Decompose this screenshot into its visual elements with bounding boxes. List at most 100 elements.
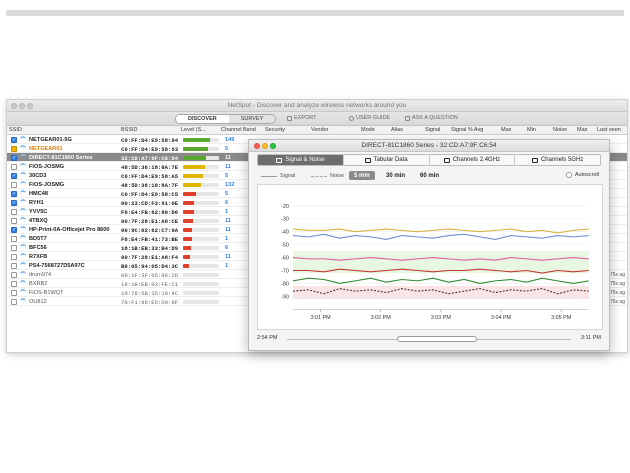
col-channel[interactable]: Channel [221, 127, 242, 133]
signal-line-swatch [261, 175, 277, 177]
row-checkbox[interactable] [11, 181, 17, 188]
ssid-cell: FiOS-JOSMG [29, 163, 65, 170]
tab-channels-5[interactable]: Channels 5GHz [515, 155, 600, 165]
bssid-cell: C0:FF:D4:E9:58:94 [121, 136, 179, 144]
row-checkbox[interactable] [11, 145, 17, 152]
row-checkbox[interactable] [11, 235, 17, 242]
y-tick-label: -50 [281, 243, 289, 249]
bssid-cell: C0:FF:D4:E9:58:93 [121, 145, 179, 153]
y-tick-label: -30 [281, 217, 289, 223]
row-checkbox[interactable]: ✓ [11, 226, 17, 233]
wifi-icon [20, 226, 26, 232]
wifi-icon [20, 262, 26, 268]
wifi-icon [20, 172, 26, 178]
row-checkbox[interactable] [11, 253, 17, 260]
col-noise[interactable]: Noise [553, 127, 567, 133]
tab-channels-24[interactable]: Channels 2.4GHz [430, 155, 516, 165]
col-level[interactable]: Level (S... [181, 127, 206, 133]
col-signal-avg[interactable]: Signal % Avg [451, 127, 483, 133]
ssid-cell: HP-Print-0A-Officejet Pro 8600 [29, 226, 110, 233]
level-bar [183, 272, 219, 277]
autoscroll-label: Autoscroll [574, 172, 599, 178]
user-guide-button[interactable]: USER GUIDE [349, 115, 390, 121]
level-bar [183, 173, 219, 178]
channel-cell: 6 [225, 244, 229, 251]
wifi-icon [20, 199, 26, 205]
row-checkbox[interactable]: ✓ [11, 154, 17, 161]
table-header: SSID BSSID Level (S... Channel Band Secu… [7, 126, 627, 135]
mode-switch: DISCOVER SURVEY [175, 114, 277, 124]
row-checkbox[interactable] [11, 271, 17, 278]
table-icon [364, 157, 371, 163]
bssid-cell: 32:CD:A7:9F:C6:54 [121, 154, 179, 162]
bssid-cell: F8:E4:FB:62:80:D6 [121, 208, 179, 216]
col-vendor[interactable]: Vendor [311, 127, 328, 133]
level-bar [183, 191, 219, 196]
col-mode[interactable]: Mode [361, 127, 375, 133]
row-checkbox[interactable] [11, 280, 17, 287]
tab-signal-noise-label: Signal & Noise [285, 157, 325, 163]
series-line-0 [292, 228, 589, 234]
tab-tabular-data[interactable]: Tabular Data [344, 155, 430, 165]
y-tick-label: -80 [281, 281, 289, 287]
row-checkbox[interactable] [11, 208, 17, 215]
scroll-start-label: 2:54 PM [257, 335, 278, 341]
col-ssid[interactable]: SSID [9, 127, 22, 133]
row-checkbox[interactable] [11, 298, 17, 305]
level-bar [183, 281, 219, 286]
discover-button[interactable]: DISCOVER [176, 115, 229, 123]
row-checkbox[interactable]: ✓ [11, 136, 17, 143]
ssid-cell: NETGEAR01-5G [29, 136, 72, 143]
range-30-min[interactable]: 30 min [381, 171, 410, 180]
channel-cell: 11 [225, 217, 231, 224]
scroll-thumb[interactable] [397, 336, 477, 342]
col-min[interactable]: Min [527, 127, 536, 133]
ssid-cell: BFC56 [29, 244, 47, 251]
legend-noise-label: Noise [330, 173, 345, 179]
col-bssid[interactable]: BSSID [121, 127, 138, 133]
bssid-cell: 48:5D:36:18:8A:7E [121, 163, 179, 171]
wifi-icon [20, 163, 26, 169]
tab-signal-noise[interactable]: Signal & Noise [258, 155, 344, 165]
bssid-cell: 48:5D:36:18:8A:7F [121, 181, 179, 189]
col-noise-max[interactable]: Max [577, 127, 587, 133]
col-signal[interactable]: Signal [425, 127, 440, 133]
row-checkbox[interactable]: ✓ [11, 172, 17, 179]
background-header [6, 10, 624, 16]
row-checkbox[interactable]: ✓ [11, 199, 17, 206]
row-checkbox[interactable] [11, 244, 17, 251]
row-checkbox[interactable] [11, 289, 17, 296]
bssid-cell: C0:FF:D4:E9:58:C5 [121, 190, 179, 198]
x-tick-label: 3:01 PM [310, 315, 331, 321]
range-5-min[interactable]: 5 min [349, 171, 375, 180]
level-bar [183, 155, 219, 160]
col-security[interactable]: Security [265, 127, 285, 133]
survey-button[interactable]: SURVEY [228, 115, 276, 123]
channel-cell: 1 [225, 208, 229, 215]
ssid-cell: HMC48 [29, 190, 48, 197]
level-bar [183, 200, 219, 205]
col-alias[interactable]: Alias [391, 127, 403, 133]
level-bar [183, 146, 219, 151]
row-checkbox[interactable] [11, 217, 17, 224]
level-bar [183, 299, 219, 304]
x-tick-label: 3:02 PM [371, 315, 392, 321]
channel-cell: 11 [225, 226, 231, 233]
bssid-cell: 00:9C:02:62:C7:0A [121, 226, 179, 234]
col-band[interactable]: Band [243, 127, 256, 133]
row-checkbox[interactable] [11, 163, 17, 170]
autoscroll-radio[interactable] [565, 172, 572, 178]
channel-cell: 5 [225, 145, 229, 152]
ask-question-button[interactable]: ASK A QUESTION [405, 115, 458, 121]
export-button[interactable]: EXPORT [287, 115, 317, 121]
detail-tabs: Signal & Noise Tabular Data Channels 2.4… [257, 154, 601, 166]
ssid-cell: DIRECT-81C1860 Series [29, 154, 93, 161]
row-checkbox[interactable]: ✓ [11, 190, 17, 197]
detail-title: DIRECT-81C1860 Series - 32:CD:A7:9F:C6:5… [361, 142, 497, 149]
channel-cell: 1 [225, 235, 229, 242]
range-60-min[interactable]: 60 min [415, 171, 444, 180]
col-last-seen[interactable]: Last seen [597, 127, 621, 133]
autoscroll-toggle[interactable]: Autoscroll [565, 172, 599, 178]
row-checkbox[interactable] [11, 262, 17, 269]
col-max[interactable]: Max [501, 127, 511, 133]
